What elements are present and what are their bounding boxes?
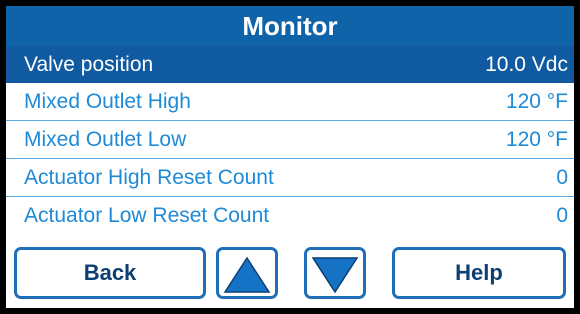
row-label: Mixed Outlet High [24,90,191,113]
row-label: Actuator Low Reset Count [24,204,270,227]
row-value: 120 °F [505,90,568,113]
list-item-actuator-high-reset-count[interactable]: Actuator High Reset Count 0 [6,159,574,197]
up-arrow-icon [223,256,271,293]
scroll-down-button[interactable] [304,247,366,299]
row-value: 10.0 Vdc [485,53,568,76]
scroll-up-button[interactable] [216,247,278,299]
monitor-screen: Monitor Valve position 10.0 Vdc Mixed Ou… [0,0,580,314]
list-item-mixed-outlet-low[interactable]: Mixed Outlet Low 120 °F [6,121,574,159]
down-arrow-icon [311,257,359,294]
row-label: Mixed Outlet Low [24,128,187,151]
row-value: 120 °F [505,128,568,151]
help-button[interactable]: Help [392,247,566,299]
list-item-mixed-outlet-high[interactable]: Mixed Outlet High 120 °F [6,83,574,121]
row-label: Valve position [24,53,154,76]
back-button[interactable]: Back [14,247,206,299]
page-title: Monitor [6,6,574,46]
row-label: Actuator High Reset Count [24,166,274,189]
list-item-valve-position[interactable]: Valve position 10.0 Vdc [6,46,574,83]
row-value: 0 [556,204,568,227]
row-value: 0 [556,166,568,189]
list-item-actuator-low-reset-count[interactable]: Actuator Low Reset Count 0 [6,197,574,234]
